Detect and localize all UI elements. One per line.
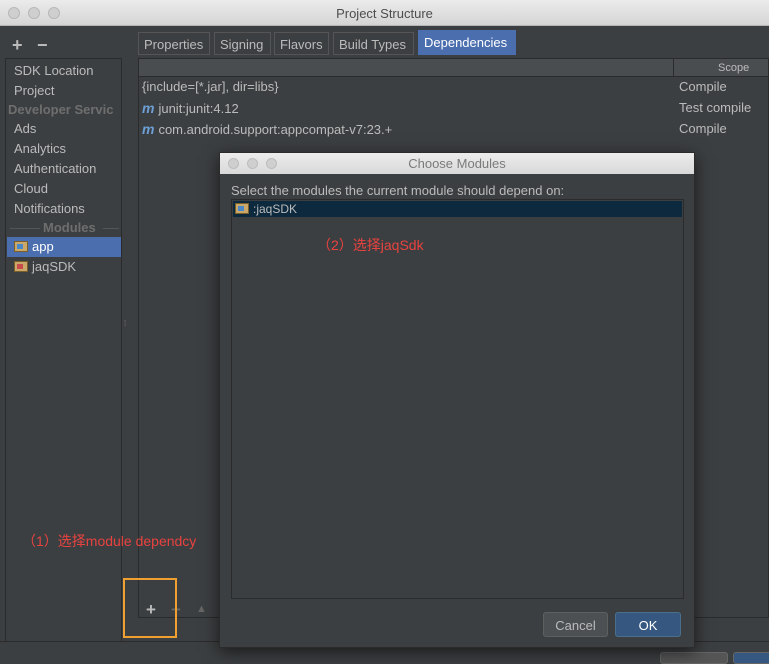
- bottom-button[interactable]: [660, 652, 728, 664]
- scope-column-header[interactable]: Scope: [718, 62, 749, 74]
- annotation-highlight-box: [123, 578, 177, 638]
- dependency-name: com.android.support:appcompat-v7:23.+: [158, 122, 393, 137]
- ok-button[interactable]: OK: [615, 612, 681, 637]
- module-folder-icon: [235, 203, 249, 214]
- annotation-step1: （1）选择module dependcy: [22, 533, 197, 549]
- column-divider: [673, 59, 674, 76]
- dependency-scope[interactable]: Test compile: [679, 98, 751, 118]
- sidebar-header-modules: Modules: [43, 220, 96, 235]
- window-title: Project Structure: [336, 6, 433, 21]
- module-folder-icon: [14, 241, 28, 252]
- sidebar-item-ads[interactable]: Ads: [14, 119, 36, 139]
- dependency-scope[interactable]: Compile: [679, 119, 727, 139]
- sidebar-item-analytics[interactable]: Analytics: [14, 139, 66, 159]
- sidebar-header-developer-services: Developer Servic: [8, 102, 114, 117]
- annotation-step2: （2）选择jaqSdk: [317, 237, 424, 253]
- module-folder-icon: [14, 261, 28, 272]
- table-row[interactable]: m junit:junit:4.12 Test compile: [142, 98, 762, 118]
- tab-build-types[interactable]: Build Types: [333, 32, 414, 55]
- modules-separator-right: [103, 228, 119, 229]
- sidebar-item-authentication[interactable]: Authentication: [14, 159, 96, 179]
- tab-dependencies[interactable]: Dependencies: [418, 30, 516, 55]
- choose-modules-dialog: Choose Modules Select the modules the cu…: [219, 152, 695, 648]
- table-row[interactable]: {include=[*.jar], dir=libs} Compile: [142, 77, 762, 97]
- dialog-title: Choose Modules: [408, 156, 506, 171]
- sidebar-list: SDK Location Project Developer Servic Ad…: [5, 58, 122, 644]
- dependency-name: junit:junit:4.12: [158, 101, 239, 116]
- bottom-button[interactable]: [733, 652, 769, 664]
- sidebar-item-project[interactable]: Project: [14, 81, 54, 101]
- sidebar-item-module-jaqsdk[interactable]: jaqSDK: [14, 257, 76, 277]
- sidebar-item-notifications[interactable]: Notifications: [14, 199, 85, 219]
- module-list: :jaqSDK: [231, 199, 684, 599]
- sidebar-item-cloud[interactable]: Cloud: [14, 179, 48, 199]
- dependencies-table-header: Scope: [139, 59, 768, 77]
- maven-m-icon: m: [142, 121, 155, 137]
- tab-properties[interactable]: Properties: [138, 32, 210, 55]
- cancel-button[interactable]: Cancel: [543, 612, 608, 637]
- dialog-prompt: Select the modules the current module sh…: [231, 183, 565, 198]
- table-row[interactable]: m com.android.support:appcompat-v7:23.+ C…: [142, 119, 762, 139]
- module-label-app: app: [32, 239, 54, 254]
- add-icon[interactable]: +: [12, 35, 23, 56]
- sidebar-item-sdk-location[interactable]: SDK Location: [14, 61, 94, 81]
- window-titlebar: Project Structure: [0, 0, 769, 26]
- remove-icon[interactable]: −: [37, 35, 48, 56]
- dependency-scope[interactable]: Compile: [679, 77, 727, 97]
- list-item[interactable]: :jaqSDK: [233, 201, 682, 217]
- tab-flavors[interactable]: Flavors: [274, 32, 329, 55]
- dialog-titlebar: Choose Modules: [220, 153, 694, 174]
- tab-signing[interactable]: Signing: [214, 32, 271, 55]
- module-label-jaqsdk: jaqSDK: [32, 259, 77, 274]
- modules-separator-left: [10, 228, 40, 229]
- move-up-icon[interactable]: ▲: [196, 603, 207, 615]
- dependency-name: {include=[*.jar], dir=libs}: [142, 79, 279, 94]
- maven-m-icon: m: [142, 100, 155, 116]
- module-label: :jaqSDK: [253, 202, 298, 216]
- panel-splitter-handle[interactable]: ⁞: [124, 320, 127, 338]
- sidebar-item-module-app[interactable]: app: [14, 237, 54, 257]
